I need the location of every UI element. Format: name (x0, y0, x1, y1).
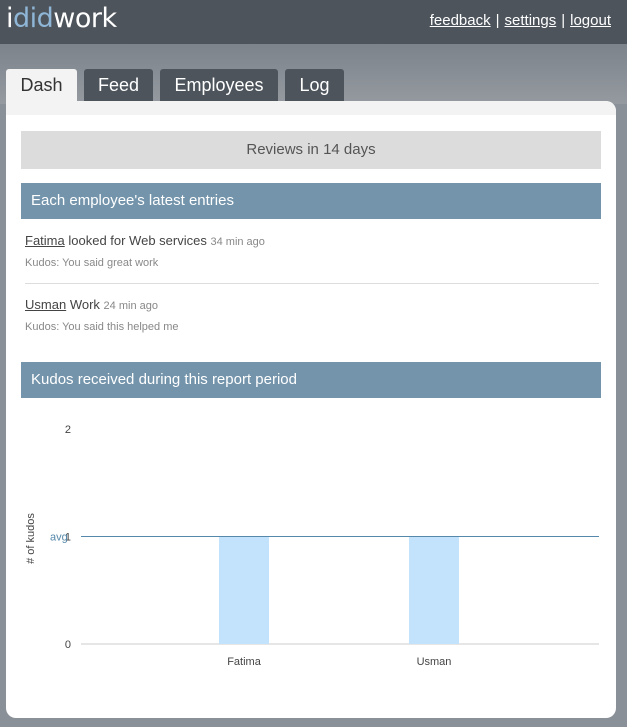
entry-time: 24 min ago (103, 300, 158, 312)
tab-feed[interactable]: Feed (84, 69, 153, 102)
reviews-banner: Reviews in 14 days (21, 131, 601, 169)
average-label: avg (50, 532, 68, 544)
entry-time: 34 min ago (210, 236, 265, 248)
list-item: Usman Work 24 min ago Kudos: You said th… (25, 297, 599, 333)
entry-line: Usman Work 24 min ago (25, 297, 599, 312)
list-item: Fatima looked for Web services 34 min ag… (25, 233, 599, 269)
latest-entries-header: Each employee's latest entries (21, 183, 601, 219)
link-separator: | (495, 12, 500, 29)
tab-log[interactable]: Log (285, 69, 344, 102)
x-tick-label: Fatima (227, 656, 262, 668)
entry-divider (25, 283, 599, 284)
chart-bar (219, 536, 269, 644)
top-links: feedback | settings | logout (430, 12, 611, 29)
kudos-section-header: Kudos received during this report period (21, 362, 601, 398)
entry-kudos: Kudos: You said great work (25, 257, 159, 269)
y-tick-label: 2 (65, 424, 71, 436)
entry-kudos: Kudos: You said this helped me (25, 321, 179, 333)
entry-text: looked for Web services (68, 233, 207, 248)
app-logo[interactable]: ididwork (6, 3, 117, 34)
y-axis-label: # of kudos (25, 513, 37, 564)
dashboard-panel: Reviews in 14 days Each employee's lates… (6, 101, 616, 718)
x-tick-label: Usman (417, 656, 452, 668)
kudos-chart-svg: 012# of kudosFatima Usmanavg (25, 424, 599, 668)
panel-top-strip (6, 101, 616, 115)
employee-link[interactable]: Fatima (25, 233, 65, 248)
tab-dash[interactable]: Dash (6, 69, 77, 103)
entry-text: Work (69, 297, 100, 312)
logo-part-3: work (53, 3, 117, 34)
feedback-link[interactable]: feedback (430, 12, 491, 29)
top-bar: ididwork feedback | settings | logout (0, 0, 627, 44)
entry-line: Fatima looked for Web services 34 min ag… (25, 233, 599, 248)
employee-link[interactable]: Usman (25, 297, 66, 312)
link-separator: | (561, 12, 566, 29)
settings-link[interactable]: settings (505, 12, 557, 29)
logo-part-2: did (13, 3, 54, 34)
kudos-chart: 0 1 2 # of kudos Fatima Usman avg (21, 401, 601, 681)
logout-link[interactable]: logout (570, 12, 611, 29)
y-tick-label: 0 (65, 639, 71, 651)
tab-employees[interactable]: Employees (160, 69, 278, 102)
logo-part-1: i (6, 3, 14, 34)
chart-bar (409, 536, 459, 644)
